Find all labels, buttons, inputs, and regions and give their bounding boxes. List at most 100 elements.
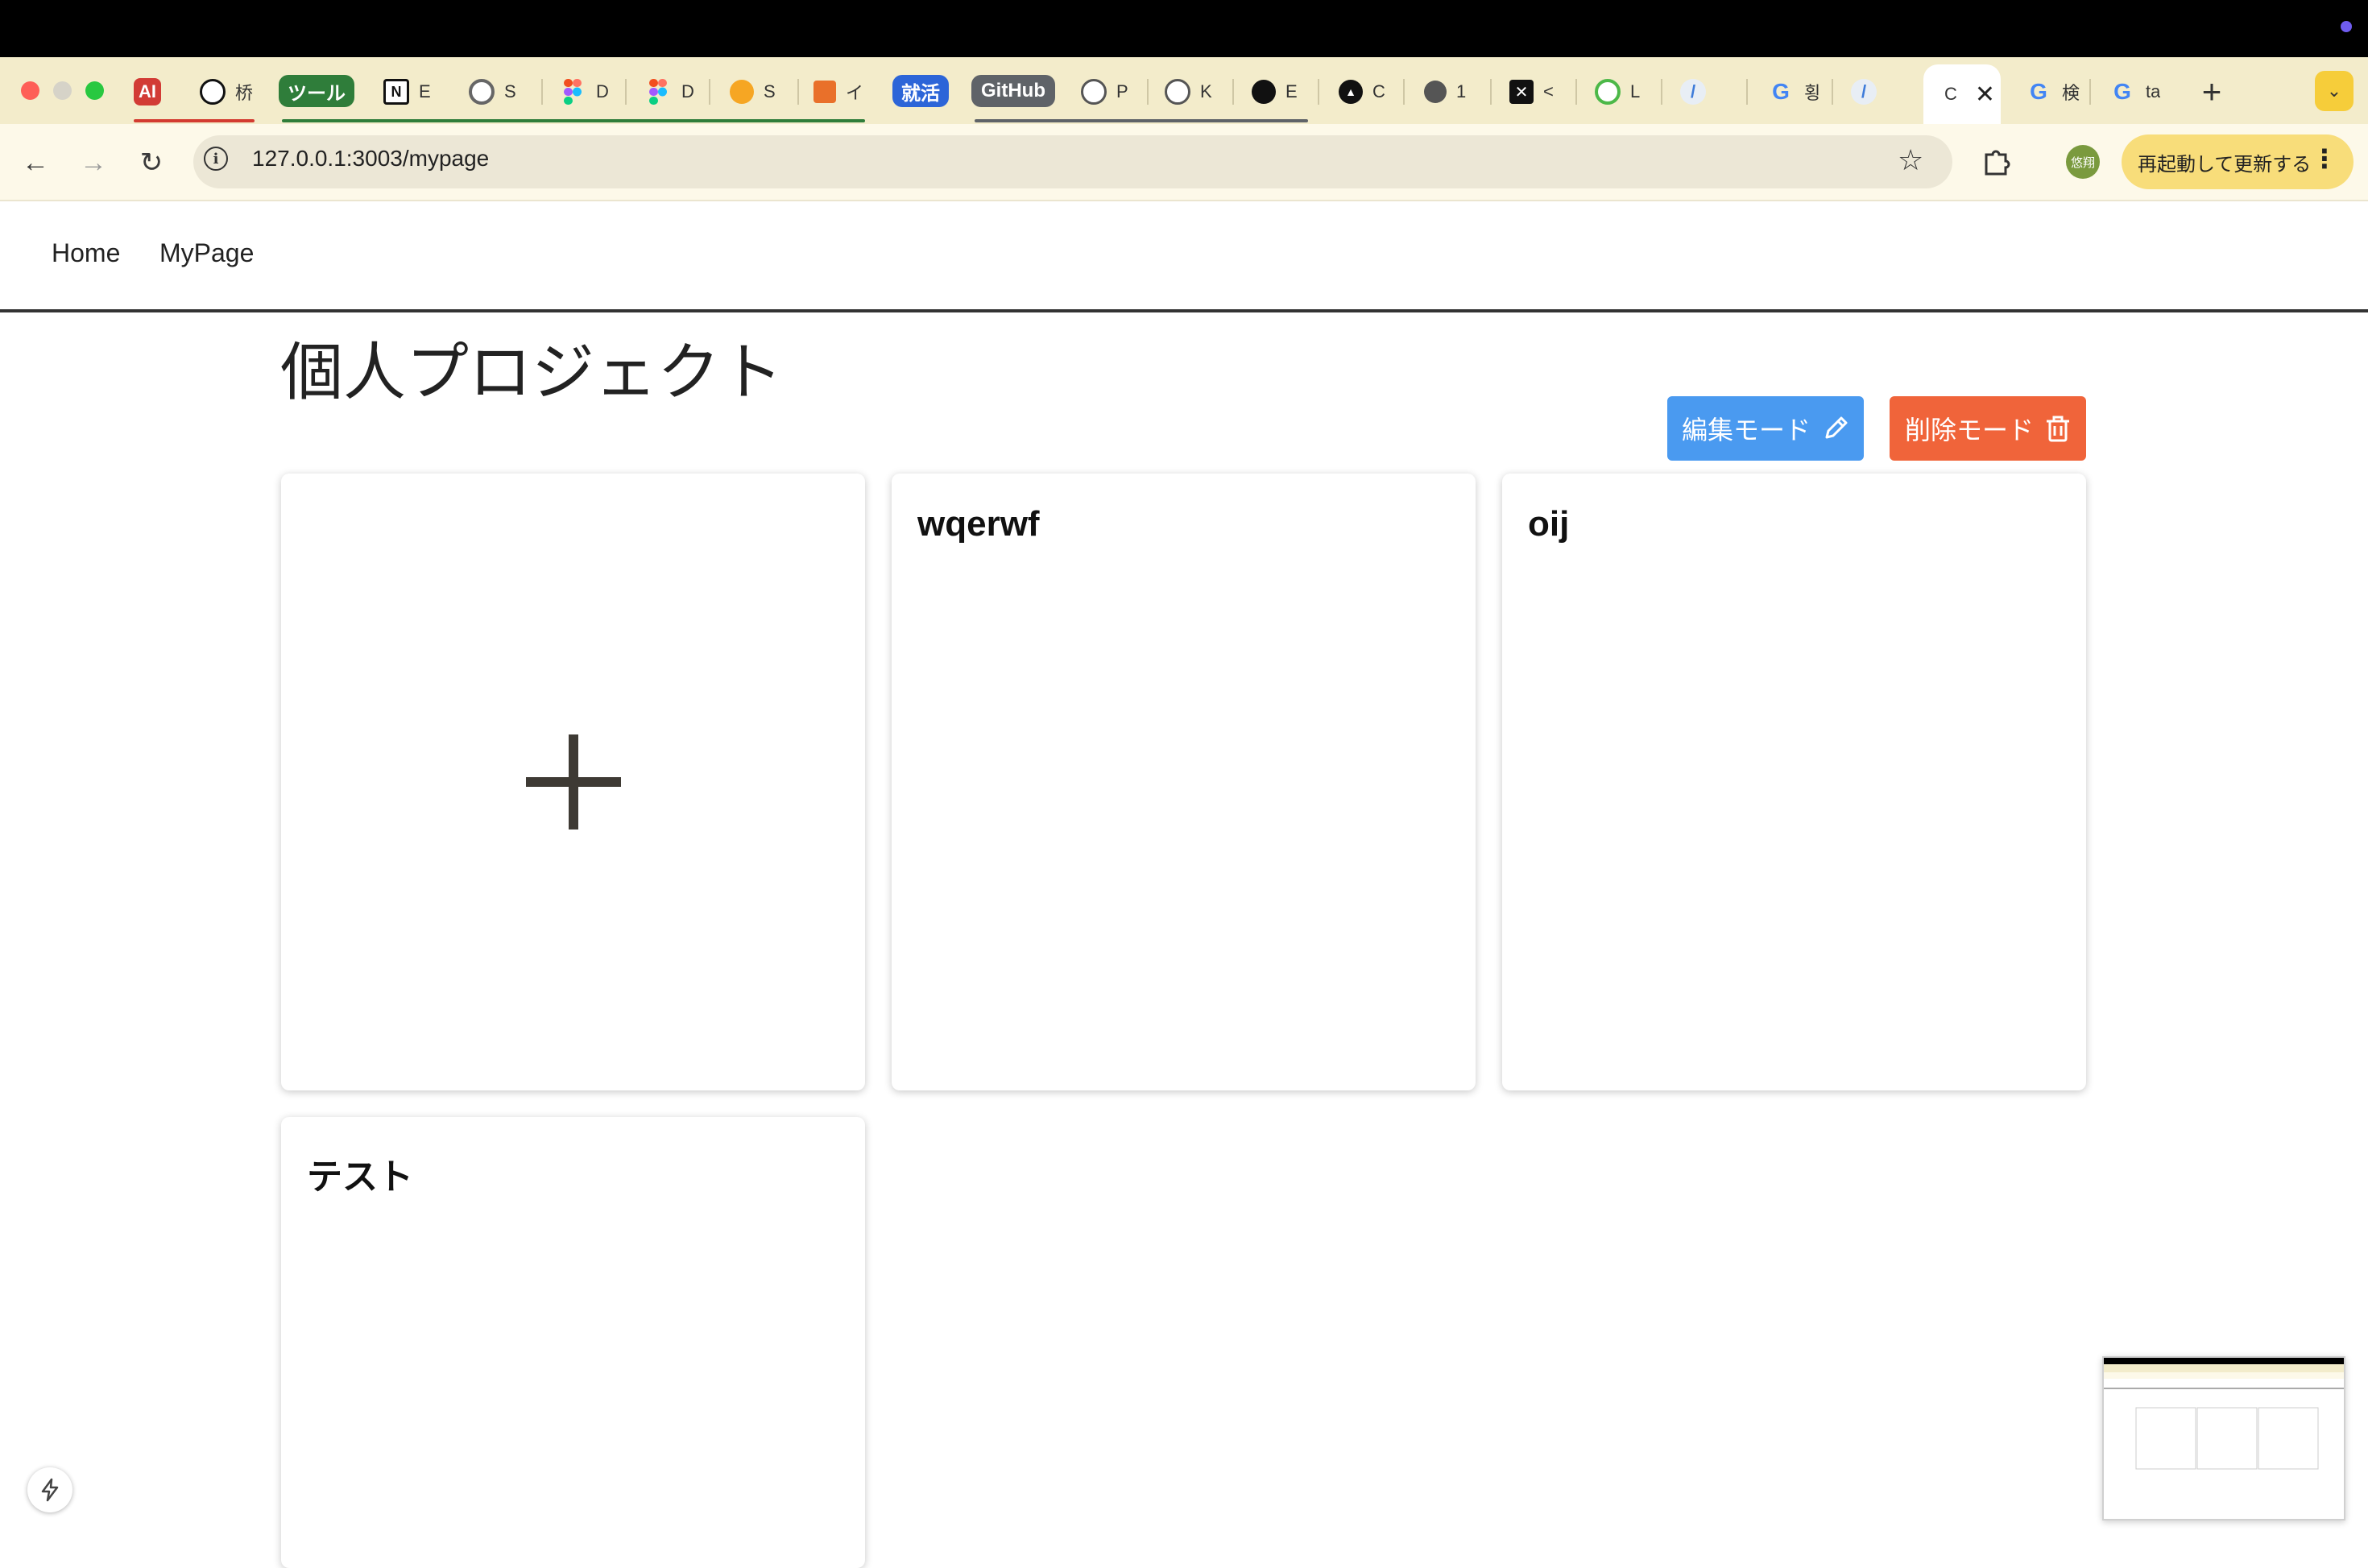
tab-label: P bbox=[1116, 81, 1128, 101]
forward-button[interactable]: → bbox=[72, 142, 114, 184]
tab-label: ta bbox=[2146, 81, 2161, 101]
tab-slash-2[interactable]: / bbox=[1830, 69, 1914, 114]
tab-label: < bbox=[1543, 81, 1554, 101]
add-project-card[interactable] bbox=[281, 474, 865, 1090]
edit-mode-button[interactable]: 編集モード bbox=[1667, 396, 1864, 461]
tab-active[interactable]: C ✕ bbox=[1923, 64, 2001, 124]
app-navbar bbox=[0, 201, 2368, 312]
google-icon: G bbox=[2113, 79, 2131, 104]
minimize-window-button[interactable] bbox=[53, 81, 72, 100]
tab-label: C bbox=[1372, 81, 1385, 101]
profile-avatar[interactable]: 悠翔 bbox=[2066, 145, 2100, 179]
tab-label: S bbox=[504, 81, 516, 101]
github-icon bbox=[1081, 79, 1107, 105]
status-dot-icon bbox=[2341, 21, 2352, 32]
tab-google-3[interactable]: G ta bbox=[2088, 69, 2171, 114]
tab-label: 횡 bbox=[1804, 83, 1821, 103]
tab-slash-1[interactable]: / bbox=[1659, 69, 1743, 114]
project-title: テスト bbox=[307, 1157, 413, 1197]
tab-figma-2[interactable]: D bbox=[623, 69, 707, 114]
back-button[interactable]: ← bbox=[14, 142, 56, 184]
figma-icon bbox=[644, 78, 672, 105]
tab-leaf[interactable]: L bbox=[1574, 69, 1658, 114]
tab-triangle[interactable]: ▲ C bbox=[1318, 69, 1401, 114]
tab-ring[interactable]: S bbox=[448, 69, 533, 114]
dev-tools-bolt-icon[interactable] bbox=[27, 1467, 72, 1512]
tab-google-2[interactable]: G 検 bbox=[2004, 69, 2088, 114]
pencil-icon bbox=[1825, 416, 1848, 439]
kebab-menu-icon[interactable]: ⋮ bbox=[2312, 146, 2337, 172]
tab-label: D bbox=[596, 81, 609, 101]
slash-icon: / bbox=[1851, 79, 1877, 105]
project-card[interactable]: wqerwf bbox=[892, 474, 1476, 1090]
google-icon: G bbox=[1772, 79, 1790, 104]
close-tab-icon[interactable]: ✕ bbox=[1975, 81, 1995, 109]
drive-icon bbox=[730, 80, 754, 104]
tab-github-e[interactable]: E bbox=[1231, 69, 1314, 114]
crossed-icon: ✕ bbox=[1509, 80, 1534, 104]
address-url[interactable]: 127.0.0.1:3003/mypage bbox=[252, 146, 489, 172]
bookmark-star-icon[interactable]: ☆ bbox=[1898, 143, 1923, 177]
tab-crossed[interactable]: ✕ < bbox=[1488, 69, 1572, 114]
reload-button[interactable]: ↻ bbox=[130, 142, 172, 184]
github-icon bbox=[1165, 79, 1190, 105]
new-tab-button[interactable]: + bbox=[2189, 69, 2234, 114]
figma-icon bbox=[559, 78, 586, 105]
page-title: 個人プロジェクト bbox=[280, 337, 784, 408]
tab-openai[interactable]: 桥 bbox=[179, 69, 256, 114]
system-menu-bar bbox=[0, 0, 2368, 57]
tab-group-underline-red bbox=[134, 119, 255, 122]
tab-group-underline-green bbox=[282, 119, 865, 122]
site-info-icon[interactable]: i bbox=[204, 147, 228, 171]
tab-google-1[interactable]: G 횡 bbox=[1746, 69, 1830, 114]
tab-globe[interactable]: 1 bbox=[1403, 69, 1487, 114]
tab-label: イ bbox=[846, 83, 864, 103]
triangle-icon: ▲ bbox=[1339, 80, 1363, 104]
plus-icon bbox=[569, 734, 578, 830]
ai-icon: AI bbox=[134, 78, 161, 105]
zoom-window-button[interactable] bbox=[85, 81, 104, 100]
tab-github-k[interactable]: K bbox=[1144, 69, 1227, 114]
update-button[interactable]: 再起動して更新する ⋮ bbox=[2122, 134, 2354, 189]
ring-icon bbox=[469, 79, 495, 105]
tab-window[interactable]: イ bbox=[793, 69, 873, 114]
tab-group-github[interactable]: GitHub bbox=[971, 75, 1055, 107]
screenshot-thumbnail[interactable] bbox=[2102, 1356, 2345, 1520]
tab-search-button[interactable]: ⌄ bbox=[2315, 71, 2354, 111]
update-label: 再起動して更新する bbox=[2138, 153, 2312, 176]
trash-icon bbox=[2047, 416, 2069, 442]
edit-mode-label: 編集モード bbox=[1681, 416, 1811, 445]
project-card[interactable]: oij bbox=[1502, 474, 2086, 1090]
openai-icon bbox=[200, 79, 226, 105]
extensions-icon[interactable] bbox=[1978, 143, 2014, 179]
delete-mode-button[interactable]: 削除モード bbox=[1890, 396, 2086, 461]
leaf-icon bbox=[1595, 79, 1621, 105]
tab-github-p[interactable]: P bbox=[1060, 69, 1144, 114]
delete-mode-label: 削除モード bbox=[1904, 416, 2034, 445]
tab-label: L bbox=[1630, 81, 1641, 101]
tab-group-underline-grey bbox=[975, 119, 1308, 122]
tab-figma-1[interactable]: D bbox=[538, 69, 622, 114]
tab-label: C bbox=[1944, 84, 1957, 104]
close-window-button[interactable] bbox=[21, 81, 39, 100]
tab-label: 1 bbox=[1456, 81, 1467, 101]
tab-label: E bbox=[419, 81, 431, 101]
tab-group-tools[interactable]: ツール bbox=[279, 75, 354, 107]
tab-label: E bbox=[1285, 81, 1298, 101]
slash-icon: / bbox=[1680, 79, 1706, 105]
google-icon: G bbox=[2030, 79, 2047, 104]
github-icon bbox=[1252, 80, 1276, 104]
tab-notion[interactable]: N E bbox=[362, 69, 440, 114]
nav-mypage-link[interactable]: MyPage bbox=[159, 238, 254, 268]
tab-group-jobhunt[interactable]: 就活 bbox=[892, 75, 949, 107]
window-icon bbox=[813, 81, 836, 103]
project-card[interactable]: テスト bbox=[281, 1117, 865, 1568]
notion-icon: N bbox=[383, 79, 409, 105]
tab-ai[interactable]: AI bbox=[113, 69, 185, 114]
nav-home-link[interactable]: Home bbox=[52, 238, 120, 268]
tab-label: 検 bbox=[2062, 83, 2080, 103]
tab-label: 桥 bbox=[235, 83, 254, 103]
globe-icon bbox=[1424, 81, 1447, 103]
tab-label: K bbox=[1200, 81, 1212, 101]
tab-drive[interactable]: S bbox=[709, 69, 794, 114]
